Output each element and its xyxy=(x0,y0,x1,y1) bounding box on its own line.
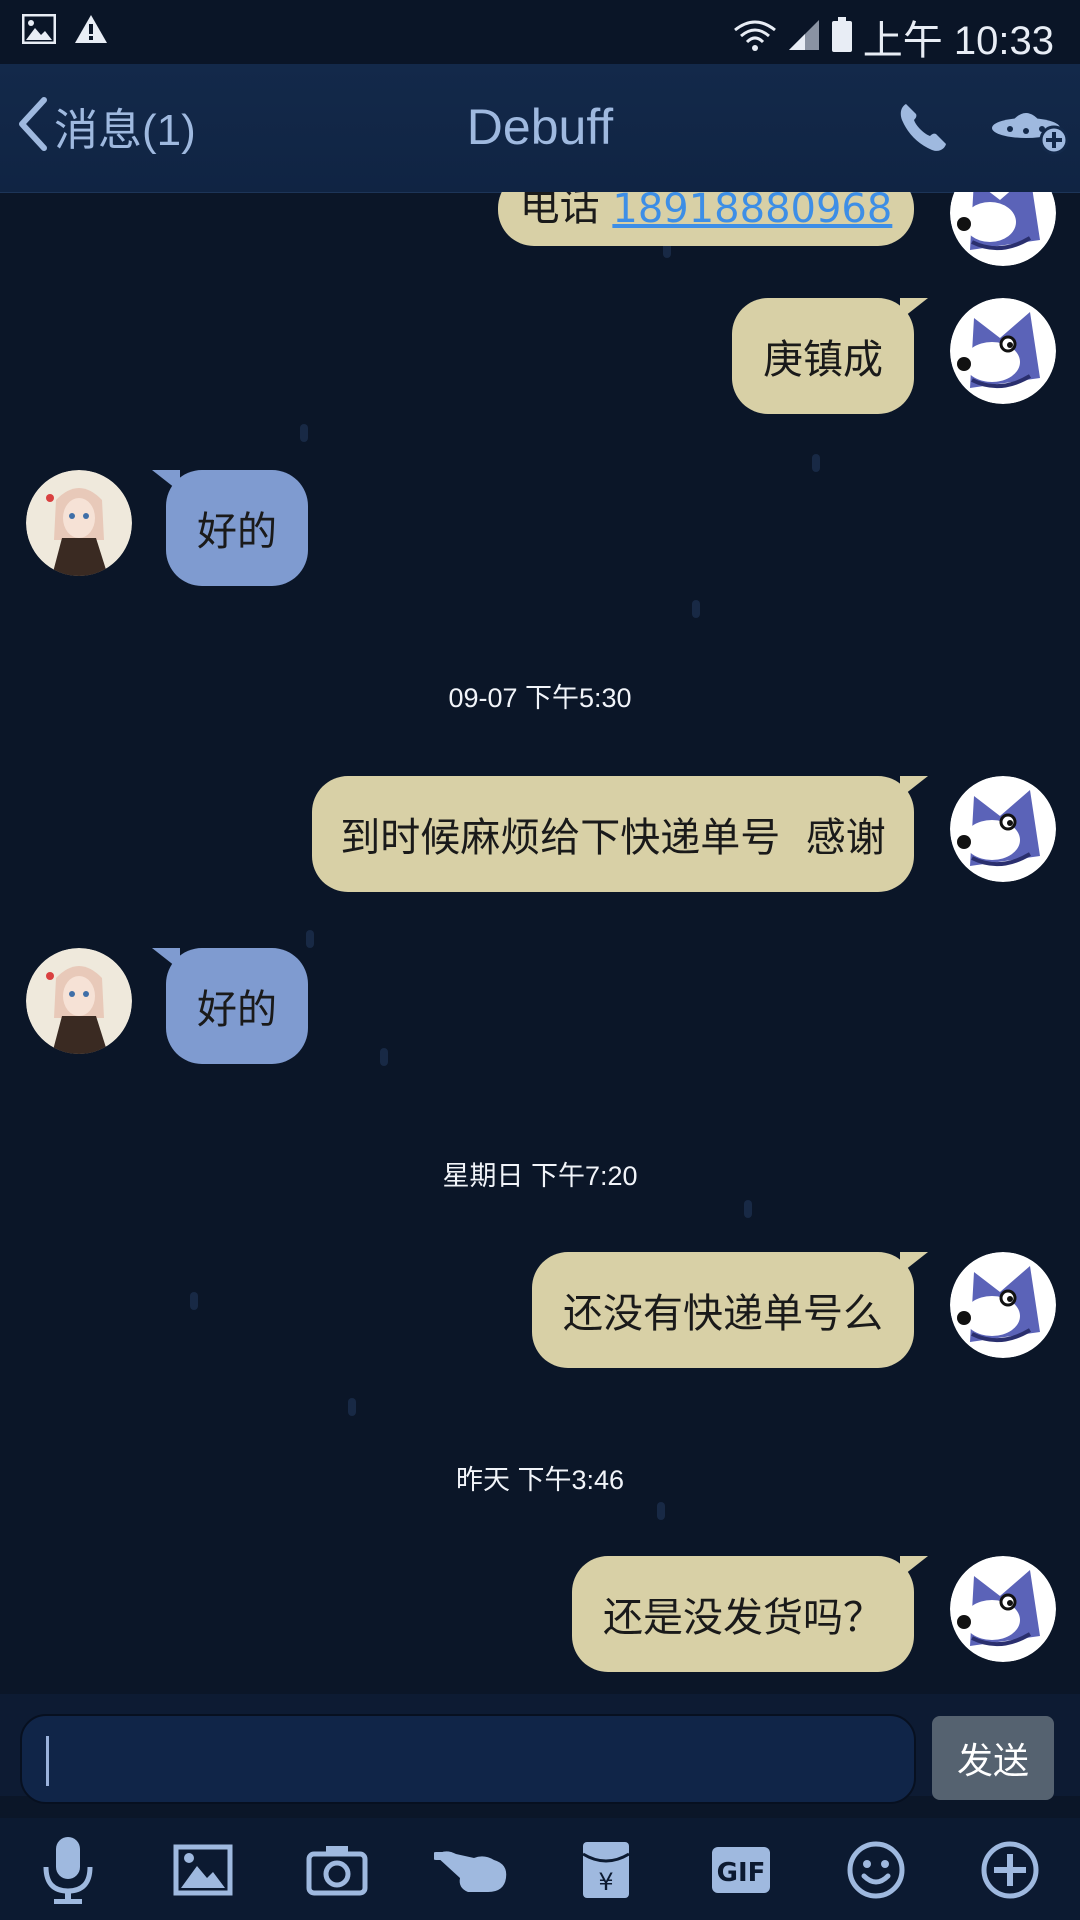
background-particle xyxy=(306,930,314,948)
camera-icon xyxy=(306,1844,368,1900)
red-packet-button[interactable]: ¥ xyxy=(566,1832,646,1912)
camera-button[interactable] xyxy=(297,1832,377,1912)
message-bubble-sent[interactable]: 到时候麻烦给下快递单号 感谢 xyxy=(312,776,928,892)
message-text: 电话 xyxy=(519,192,600,230)
message-bubble-sent[interactable]: 还是没发货吗？ xyxy=(572,1556,928,1672)
timestamp: 昨天 下午3:46 xyxy=(455,1465,625,1495)
battery-icon xyxy=(831,17,853,57)
background-particle xyxy=(380,1048,388,1066)
background-particle xyxy=(348,1398,356,1416)
image-icon xyxy=(21,13,57,48)
background-particle xyxy=(812,454,820,472)
message-bubble-partial[interactable]: 电话 18918880968 xyxy=(498,192,928,246)
phone-icon xyxy=(896,104,950,158)
background-particle xyxy=(300,424,308,442)
timestamp: 星期日 下午7:20 xyxy=(442,1161,638,1191)
message-list[interactable]: 电话 18918880968 庚镇成 好的 09-07 下午5:30 到时候麻烦… xyxy=(0,192,1080,1694)
timestamp: 09-07 下午5:30 xyxy=(448,683,632,713)
poke-hand-icon xyxy=(432,1844,510,1900)
text-caret xyxy=(46,1736,49,1786)
svg-text:GIF: GIF xyxy=(717,1858,766,1888)
my-avatar[interactable] xyxy=(950,298,1056,404)
message-composer: 发送 xyxy=(0,1694,1080,1804)
phone-number-link[interactable]: 18918880968 xyxy=(612,192,892,232)
call-button[interactable] xyxy=(896,100,950,158)
my-avatar[interactable] xyxy=(950,1556,1056,1662)
message-text: 还没有快递单号么 xyxy=(563,1291,883,1337)
wifi-icon xyxy=(733,18,777,56)
photo-button[interactable] xyxy=(163,1832,243,1912)
background-particle xyxy=(190,1292,198,1310)
message-bubble-sent[interactable]: 还没有快递单号么 xyxy=(532,1252,928,1368)
message-text: 好的 xyxy=(197,509,277,555)
background-particle xyxy=(692,600,700,618)
red-packet-icon: ¥ xyxy=(581,1840,631,1904)
input-toolbar: ¥ GIF xyxy=(0,1818,1080,1920)
picture-icon xyxy=(173,1844,233,1900)
emoji-button[interactable] xyxy=(836,1832,916,1912)
message-bubble-received[interactable]: 好的 xyxy=(152,470,308,586)
more-button[interactable] xyxy=(970,1832,1050,1912)
status-bar: 上午 10:33 xyxy=(0,0,1080,64)
warning-icon xyxy=(74,14,108,48)
emoji-icon xyxy=(846,1840,906,1904)
background-particle xyxy=(657,1502,665,1520)
message-text: 好的 xyxy=(197,987,277,1033)
voice-button[interactable] xyxy=(28,1832,108,1912)
plus-icon xyxy=(980,1840,1040,1904)
ufo-add-icon xyxy=(990,113,1070,158)
chat-header: 消息(1) Debuff xyxy=(0,64,1080,193)
my-avatar[interactable] xyxy=(950,1252,1056,1358)
background-particle xyxy=(744,1200,752,1218)
send-button[interactable]: 发送 xyxy=(932,1716,1054,1800)
gif-button[interactable]: GIF xyxy=(701,1832,781,1912)
contact-info-button[interactable] xyxy=(990,102,1070,158)
signal-icon xyxy=(787,18,821,56)
message-text: 还是没发货吗？ xyxy=(603,1595,883,1641)
message-text: 庚镇成 xyxy=(763,337,883,383)
poke-button[interactable] xyxy=(432,1832,512,1912)
my-avatar[interactable] xyxy=(950,192,1056,266)
status-time: 上午 10:33 xyxy=(862,19,1054,63)
message-bubble-received[interactable]: 好的 xyxy=(152,948,308,1064)
message-bubble-sent[interactable]: 庚镇成 xyxy=(732,298,928,414)
microphone-icon xyxy=(40,1835,96,1909)
message-input[interactable] xyxy=(20,1714,916,1804)
my-avatar[interactable] xyxy=(950,776,1056,882)
message-text: 到时候麻烦给下快递单号 感谢 xyxy=(340,815,886,861)
gif-icon: GIF xyxy=(710,1845,772,1899)
svg-text:¥: ¥ xyxy=(598,1868,613,1896)
contact-avatar[interactable] xyxy=(26,470,132,576)
contact-avatar[interactable] xyxy=(26,948,132,1054)
